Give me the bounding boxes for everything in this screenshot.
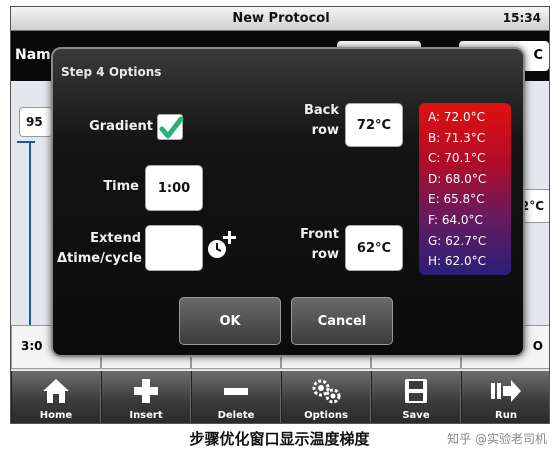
save-button[interactable]: Save bbox=[371, 371, 461, 423]
back-row-label: Back row bbox=[273, 101, 339, 141]
options-label: Options bbox=[304, 410, 348, 421]
gradient-row-d: D: 68.0°C bbox=[428, 171, 487, 186]
home-button[interactable]: Home bbox=[11, 371, 101, 423]
clock-plus-icon[interactable] bbox=[205, 229, 239, 261]
gradient-row-c: C: 70.1°C bbox=[428, 151, 486, 166]
minus-icon bbox=[224, 388, 248, 395]
figure-root: New Protocol 15:34 Nam C 95 2°C 3:0 O Ho… bbox=[0, 0, 559, 458]
extend-time-field[interactable] bbox=[145, 225, 203, 271]
step-temp-left[interactable]: 95 bbox=[19, 107, 53, 137]
time-value: 1:00 bbox=[157, 180, 191, 196]
device-screen: New Protocol 15:34 Nam C 95 2°C 3:0 O Ho… bbox=[10, 6, 550, 424]
delete-label: Delete bbox=[217, 410, 255, 421]
time-label: Time bbox=[103, 179, 139, 194]
clock: 15:34 bbox=[502, 11, 541, 25]
name-label: Nam bbox=[15, 47, 51, 63]
front-row-temp-value: 62°C bbox=[356, 240, 392, 256]
back-row-label-line2: row bbox=[311, 123, 339, 138]
checkmark-icon bbox=[159, 116, 184, 139]
gradient-label: Gradient bbox=[89, 119, 153, 134]
front-row-label: Front row bbox=[273, 225, 339, 265]
title-bar: New Protocol 15:34 bbox=[11, 7, 549, 31]
run-label: Run bbox=[495, 410, 517, 421]
cancel-button[interactable]: Cancel bbox=[291, 297, 393, 345]
plus-icon bbox=[134, 379, 158, 403]
dialog-title: Step 4 Options bbox=[61, 65, 162, 79]
watermark: 知乎 @实验老司机 bbox=[447, 432, 547, 446]
run-arrow-icon bbox=[491, 380, 521, 402]
save-label: Save bbox=[402, 410, 430, 421]
step-time-right-value: O bbox=[532, 339, 543, 353]
home-icon bbox=[43, 379, 69, 403]
extend-label-line1: Extend bbox=[90, 231, 141, 246]
gradient-row-h: H: 62.0°C bbox=[428, 254, 486, 269]
bottom-toolbar: Home Insert Delete Options Save Run bbox=[11, 371, 549, 423]
home-label: Home bbox=[39, 410, 73, 421]
step-temp-left-value: 95 bbox=[26, 115, 43, 129]
back-row-label-line1: Back bbox=[303, 103, 339, 118]
step-time-left-value: 3:0 bbox=[21, 339, 43, 353]
gradient-row-f: F: 64.0°C bbox=[428, 212, 483, 227]
insert-button[interactable]: Insert bbox=[101, 371, 191, 423]
time-field[interactable]: 1:00 bbox=[145, 165, 203, 211]
graph-segment bbox=[17, 141, 35, 143]
extend-label: Extend Δtime/cycle bbox=[57, 229, 143, 269]
back-row-temp-value: 72°C bbox=[356, 117, 392, 133]
gears-icon bbox=[312, 379, 341, 404]
gradient-row-e: E: 65.8°C bbox=[428, 192, 485, 207]
delete-button[interactable]: Delete bbox=[191, 371, 281, 423]
extend-label-line2: Δtime/cycle bbox=[57, 251, 143, 266]
step-options-dialog: Step 4 Options Gradient Back row 72°C Ti… bbox=[51, 47, 525, 357]
front-row-label-line2: row bbox=[311, 247, 339, 262]
run-button[interactable]: Run bbox=[461, 371, 549, 423]
options-button[interactable]: Options bbox=[281, 371, 371, 423]
floppy-disk-icon bbox=[405, 379, 427, 403]
front-row-temp-field[interactable]: 62°C bbox=[345, 225, 403, 271]
gradient-checkbox[interactable] bbox=[157, 114, 184, 140]
back-row-temp-field[interactable]: 72°C bbox=[345, 103, 403, 147]
insert-label: Insert bbox=[129, 410, 163, 421]
gradient-row-b: B: 71.3°C bbox=[428, 130, 486, 145]
front-row-label-line1: Front bbox=[300, 227, 339, 242]
gradient-row-a: A: 72.0°C bbox=[428, 110, 485, 124]
ok-button[interactable]: OK bbox=[179, 297, 281, 345]
window-title: New Protocol bbox=[232, 11, 330, 26]
lid-temp-value: C bbox=[533, 48, 543, 63]
gradient-row-g: G: 62.7°C bbox=[428, 233, 487, 248]
gradient-temperature-panel: A: 72.0°C B: 71.3°C C: 70.1°C D: 68.0°C … bbox=[419, 103, 511, 275]
